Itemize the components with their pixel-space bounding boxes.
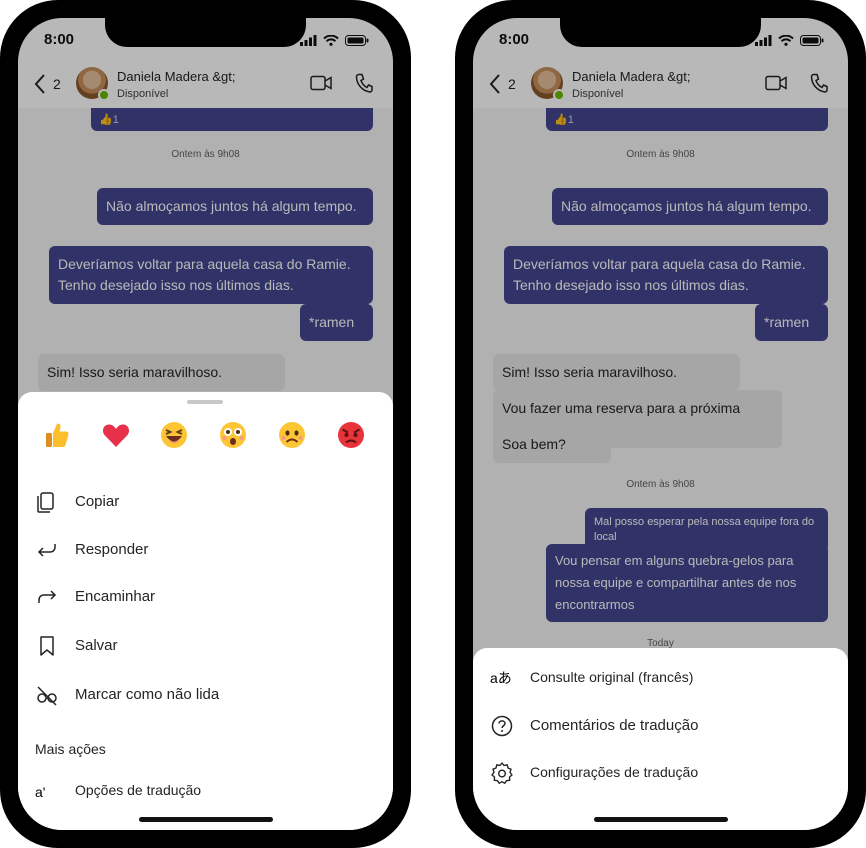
copy-label: Copiar <box>75 493 120 510</box>
reply-label: Responder <box>75 541 149 558</box>
forward-action[interactable]: Encaminhar <box>35 583 375 611</box>
eye-off-icon <box>37 686 57 706</box>
home-indicator[interactable] <box>139 817 273 822</box>
screen-right: 8:00 2 Daniela Madera &gt; Disponível 👍1… <box>473 18 848 830</box>
phone-right: 8:00 2 Daniela Madera &gt; Disponível 👍1… <box>455 0 866 848</box>
translation-settings-label: Configurações de tradução <box>530 764 699 780</box>
copy-icon <box>37 492 54 513</box>
phone-left: 8:00 2 Daniela Madera &gt; Disponível 👍1… <box>0 0 411 848</box>
see-original-action[interactable]: aあ Consulte original (francês) <box>490 664 830 692</box>
see-original-label: Consulte original (francês) <box>530 669 694 685</box>
forward-icon <box>38 590 57 603</box>
copy-action[interactable]: Copiar <box>35 488 375 516</box>
reply-action[interactable]: Responder <box>35 536 375 564</box>
reply-icon <box>37 544 56 557</box>
mark-unread-label: Marcar como não lida <box>75 686 220 703</box>
gear-icon <box>491 762 513 784</box>
home-indicator[interactable] <box>594 817 728 822</box>
notch <box>105 18 306 47</box>
bookmark-icon <box>40 636 54 656</box>
translate-icon: a' <box>35 784 46 800</box>
translate-icon: aあ <box>490 670 512 686</box>
forward-label: Encaminhar <box>75 588 156 605</box>
laugh-emoji-icon[interactable] <box>159 420 189 450</box>
more-actions-heading: Mais ações <box>35 741 106 757</box>
reaction-bar <box>42 420 372 454</box>
translation-options-action[interactable]: a' Opções de tradução <box>35 778 375 806</box>
angry-emoji-icon[interactable] <box>336 420 366 450</box>
question-circle-icon <box>491 715 513 737</box>
like-emoji-icon[interactable] <box>42 420 72 450</box>
heart-emoji-icon[interactable] <box>101 420 131 450</box>
translation-options-label: Opções de tradução <box>75 782 202 798</box>
sad-emoji-icon[interactable] <box>277 420 307 450</box>
sheet-handle[interactable] <box>187 400 223 404</box>
translation-feedback-label: Comentários de tradução <box>530 717 699 734</box>
screen-left: 8:00 2 Daniela Madera &gt; Disponível 👍1… <box>18 18 393 830</box>
translation-settings-action[interactable]: Configurações de tradução <box>490 759 830 787</box>
surprised-emoji-icon[interactable] <box>218 420 248 450</box>
message-actions-sheet: Copiar Responder Encaminhar Salvar Marca… <box>18 392 393 830</box>
translation-feedback-action[interactable]: Comentários de tradução <box>490 712 830 740</box>
save-label: Salvar <box>75 637 118 654</box>
mark-unread-action[interactable]: Marcar como não lida <box>35 681 375 709</box>
translation-sheet: aあ Consulte original (francês) Comentári… <box>473 648 848 830</box>
save-action[interactable]: Salvar <box>35 632 375 660</box>
notch <box>560 18 761 47</box>
